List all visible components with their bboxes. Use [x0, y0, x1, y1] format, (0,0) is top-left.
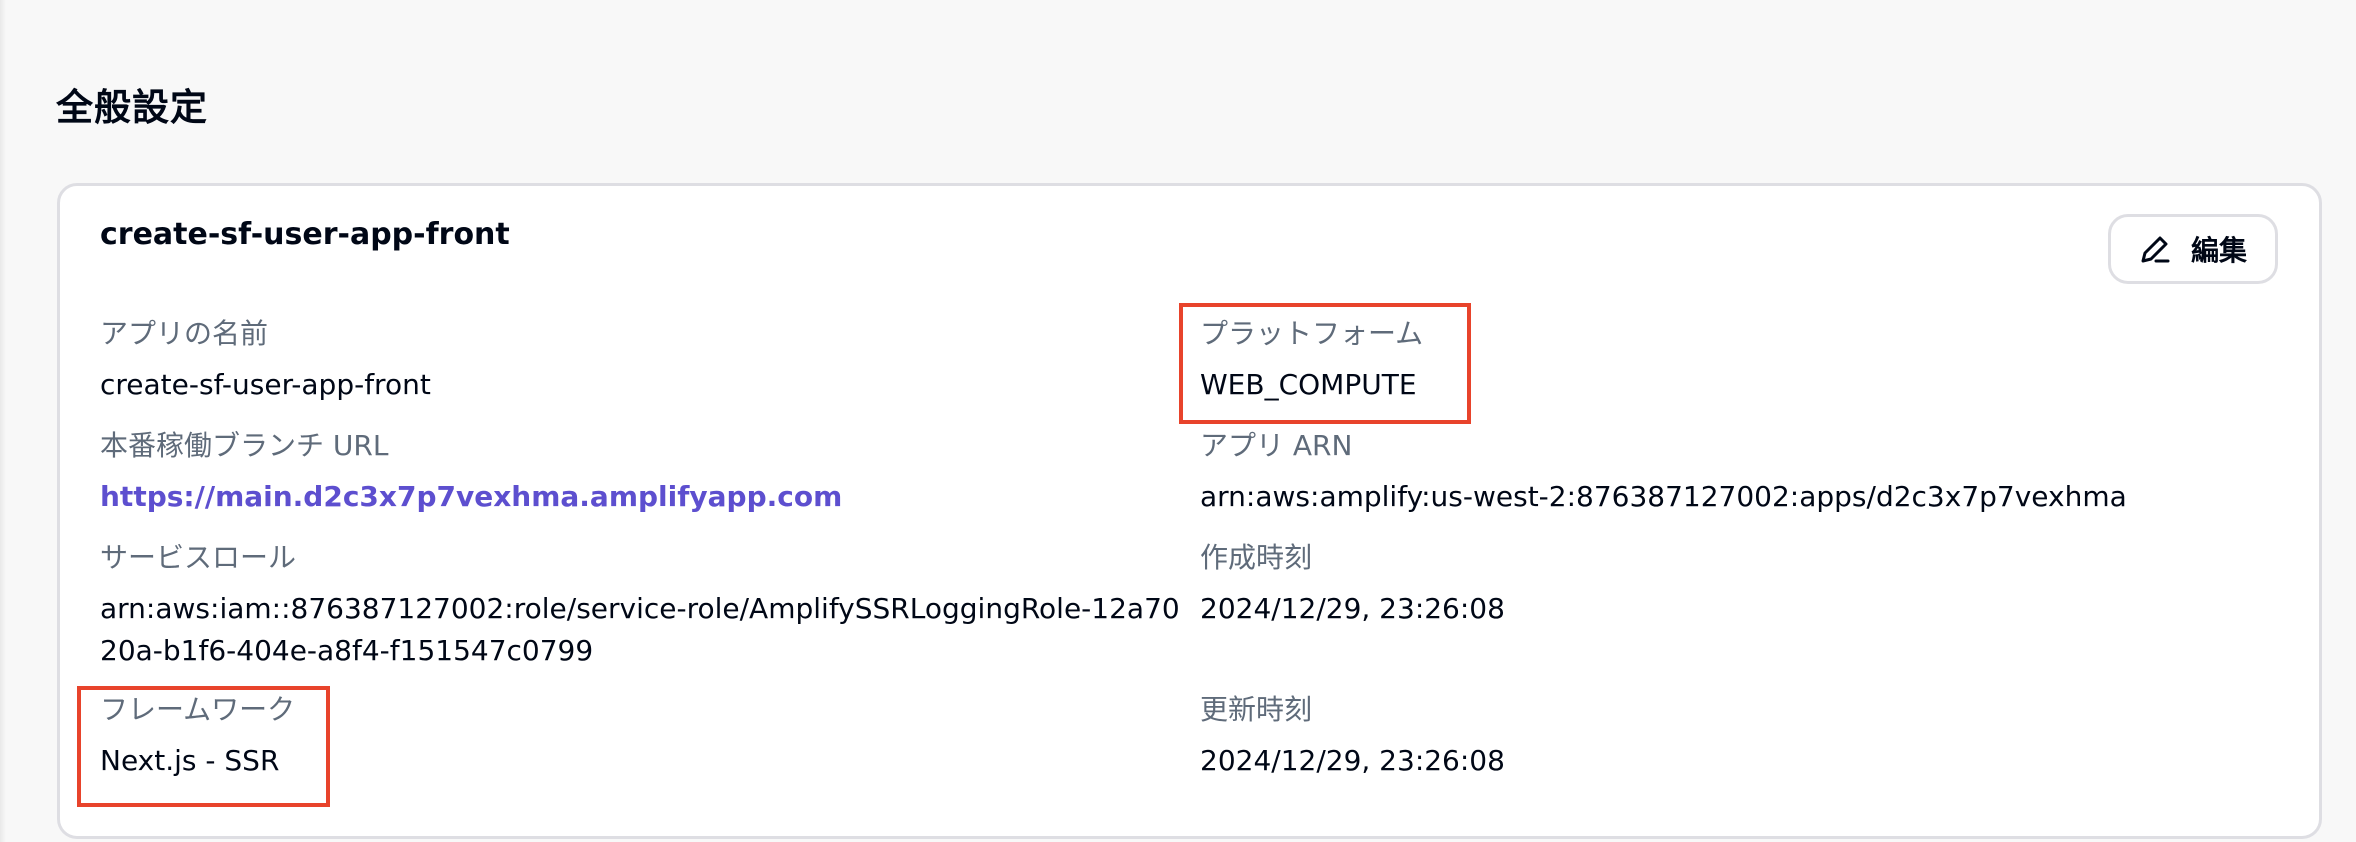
app-name-value: create-sf-user-app-front	[100, 368, 431, 401]
field-platform: プラットフォーム WEB_COMPUTE	[1200, 314, 1423, 406]
field-app-arn: アプリ ARN arn:aws:amplify:us-west-2:876387…	[1200, 426, 2127, 518]
field-updated-at: 更新時刻 2024/12/29, 23:26:08	[1200, 690, 1505, 782]
platform-label: プラットフォーム	[1200, 317, 1424, 350]
app-arn-label: アプリ ARN	[1200, 429, 1353, 462]
field-service-role: サービスロール arn:aws:iam::876387127002:role/s…	[100, 538, 1180, 672]
framework-label: フレームワーク	[100, 693, 296, 726]
created-at-value: 2024/12/29, 23:26:08	[1200, 592, 1505, 625]
created-at-label: 作成時刻	[1200, 541, 1313, 574]
production-branch-url-link[interactable]: https://main.d2c3x7p7vexhma.amplifyapp.c…	[100, 476, 842, 518]
field-framework: フレームワーク Next.js - SSR	[100, 690, 295, 782]
updated-at-value: 2024/12/29, 23:26:08	[1200, 744, 1505, 777]
updated-at-label: 更新時刻	[1200, 693, 1313, 726]
production-branch-url-label: 本番稼働ブランチ URL	[100, 429, 389, 462]
page-title: 全般設定	[56, 86, 208, 129]
pencil-icon	[2139, 233, 2171, 265]
panel-title: create-sf-user-app-front	[100, 217, 510, 252]
field-production-branch-url: 本番稼働ブランチ URL https://main.d2c3x7p7vexhma…	[100, 426, 842, 518]
platform-value: WEB_COMPUTE	[1200, 368, 1417, 401]
app-arn-value: arn:aws:amplify:us-west-2:876387127002:a…	[1200, 480, 2127, 513]
service-role-value: arn:aws:iam::876387127002:role/service-r…	[100, 592, 1180, 667]
field-app-name: アプリの名前 create-sf-user-app-front	[100, 314, 431, 406]
framework-value: Next.js - SSR	[100, 744, 280, 777]
field-created-at: 作成時刻 2024/12/29, 23:26:08	[1200, 538, 1505, 630]
service-role-label: サービスロール	[100, 541, 297, 574]
edit-button[interactable]: 編集	[2108, 214, 2278, 284]
window-left-edge	[0, 0, 6, 842]
app-name-label: アプリの名前	[100, 317, 269, 350]
edit-button-label: 編集	[2190, 234, 2247, 267]
